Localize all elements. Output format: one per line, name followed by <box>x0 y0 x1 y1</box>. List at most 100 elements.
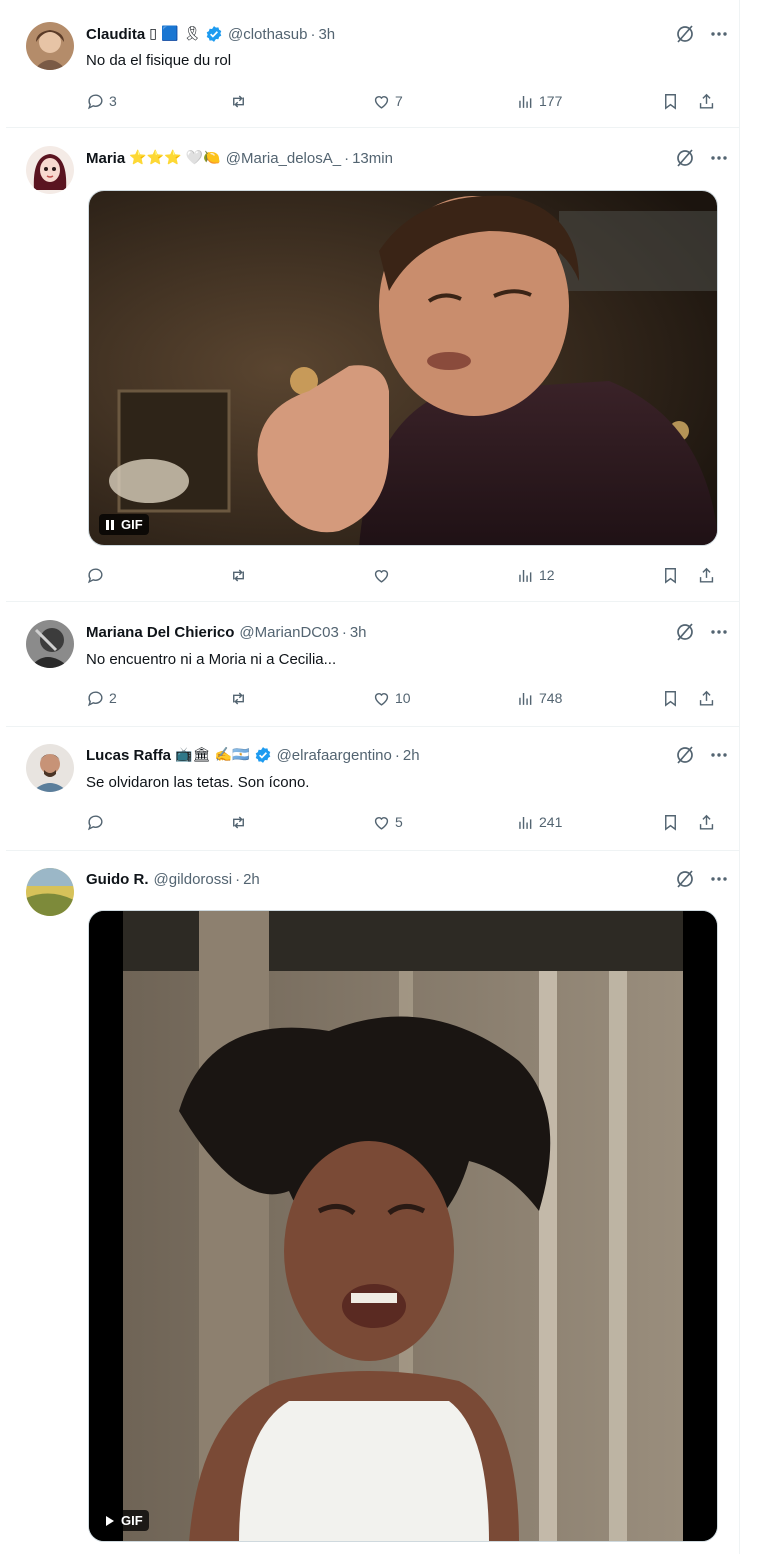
grok-icon[interactable] <box>675 622 695 642</box>
reply-button[interactable]: 2 <box>86 689 117 708</box>
author-name[interactable]: Claudita <box>86 26 145 43</box>
reply-icon <box>87 567 103 583</box>
avatar[interactable] <box>26 146 74 194</box>
like-icon <box>374 692 389 706</box>
views-count: 12 <box>539 567 555 583</box>
like-button[interactable]: 7 <box>372 92 403 111</box>
views-icon <box>519 816 532 829</box>
timestamp[interactable]: 3h <box>350 624 367 641</box>
gif-label: GIF <box>121 1513 143 1528</box>
name-emoji: ▯ 🟦 🎗 <box>149 26 201 42</box>
bookmark-icon <box>665 814 676 831</box>
retweet-icon <box>233 94 244 108</box>
tweet[interactable]: Maria ⭐⭐⭐ 🤍🍋 @Maria_delosA_ · 13min GIF … <box>6 128 739 602</box>
more-icon[interactable] <box>709 24 729 44</box>
views-button[interactable]: 12 <box>516 566 555 585</box>
play-icon <box>106 1515 114 1526</box>
bookmark-icon <box>665 93 676 110</box>
share-icon <box>699 93 714 109</box>
author-handle[interactable]: @elrafaargentino <box>277 747 392 764</box>
grok-icon[interactable] <box>675 745 695 765</box>
reply-count: 2 <box>109 690 117 706</box>
timestamp[interactable]: 2h <box>403 747 420 764</box>
reply-button[interactable] <box>86 813 109 832</box>
grok-icon[interactable] <box>675 869 695 889</box>
timestamp[interactable]: 3h <box>318 26 335 43</box>
reply-icon <box>87 93 103 109</box>
views-button[interactable]: 748 <box>516 689 562 708</box>
retweet-icon <box>233 691 244 705</box>
author-name[interactable]: Mariana Del Chierico <box>86 624 234 641</box>
reply-button[interactable]: 3 <box>86 92 117 111</box>
bookmark-button[interactable] <box>661 566 680 585</box>
like-count: 10 <box>395 690 411 706</box>
timestamp[interactable]: 2h <box>243 871 260 888</box>
timestamp[interactable]: 13min <box>352 150 393 167</box>
views-count: 177 <box>539 93 563 109</box>
separator: · <box>344 149 350 167</box>
views-icon <box>519 95 532 108</box>
share-button[interactable] <box>697 92 716 111</box>
gif-media[interactable]: GIF <box>88 190 718 546</box>
avatar[interactable] <box>26 22 74 70</box>
author-handle[interactable]: @Maria_delosA_ <box>226 150 341 167</box>
tweet[interactable]: Lucas Raffa 📺🏛 ✍️🇦🇷 @elrafaargentino · 2… <box>6 727 739 851</box>
author-handle[interactable]: @clothasub <box>228 26 307 43</box>
avatar[interactable] <box>26 868 74 916</box>
like-button[interactable]: 5 <box>372 813 403 832</box>
tweet-text: No da el fisique du rol <box>86 52 232 69</box>
tweet[interactable]: Mariana Del Chierico @MarianDC03 · 3h No… <box>6 602 739 727</box>
bookmark-button[interactable] <box>661 813 680 832</box>
bookmark-button[interactable] <box>661 92 680 111</box>
tweet-text: No encuentro ni a Moria ni a Cecilia... <box>86 651 337 668</box>
author-name[interactable]: Maria <box>86 150 125 167</box>
more-icon[interactable] <box>709 622 729 642</box>
views-button[interactable]: 241 <box>516 813 562 832</box>
more-icon[interactable] <box>709 148 729 168</box>
bookmark-icon <box>665 690 676 707</box>
share-icon <box>699 567 714 583</box>
author-name[interactable]: Guido R. <box>86 871 149 888</box>
share-button[interactable] <box>697 813 716 832</box>
name-emoji: 📺🏛 ✍️🇦🇷 <box>175 747 250 763</box>
share-button[interactable] <box>697 566 716 585</box>
reply-icon <box>87 690 103 706</box>
separator: · <box>310 25 316 43</box>
views-count: 241 <box>539 814 563 830</box>
like-count: 7 <box>395 93 403 109</box>
views-count: 748 <box>539 690 563 706</box>
author-handle[interactable]: @MarianDC03 <box>239 624 338 641</box>
retweet-button[interactable] <box>229 566 252 585</box>
name-emoji: ⭐⭐⭐ 🤍🍋 <box>129 150 221 166</box>
tweet[interactable]: Claudita ▯ 🟦 🎗 @clothasub · 3h No da el … <box>6 0 739 128</box>
share-button[interactable] <box>697 689 716 708</box>
tweet[interactable]: Guido R. @gildorossi · 2h GIF <box>6 851 739 1554</box>
more-icon[interactable] <box>709 745 729 765</box>
separator: · <box>235 870 241 888</box>
gif-badge[interactable]: GIF <box>99 514 149 535</box>
author-name[interactable]: Lucas Raffa <box>86 747 171 764</box>
grok-icon[interactable] <box>675 24 695 44</box>
like-button[interactable]: 10 <box>372 689 411 708</box>
more-icon[interactable] <box>709 869 729 889</box>
separator: · <box>394 746 400 764</box>
avatar[interactable] <box>26 744 74 792</box>
retweet-button[interactable] <box>229 689 252 708</box>
views-button[interactable]: 177 <box>516 92 562 111</box>
avatar[interactable] <box>26 620 74 668</box>
share-icon <box>699 814 714 830</box>
bookmark-button[interactable] <box>661 689 680 708</box>
retweet-button[interactable] <box>229 813 252 832</box>
like-icon <box>374 569 389 583</box>
views-icon <box>519 692 532 705</box>
gif-media[interactable]: GIF <box>88 910 718 1542</box>
like-button[interactable] <box>372 566 395 585</box>
views-icon <box>519 569 532 582</box>
reply-icon <box>87 814 103 830</box>
grok-icon[interactable] <box>675 148 695 168</box>
author-handle[interactable]: @gildorossi <box>154 871 233 888</box>
reply-button[interactable] <box>86 566 109 585</box>
gif-badge[interactable]: GIF <box>99 1510 149 1531</box>
retweet-icon <box>233 568 244 582</box>
retweet-button[interactable] <box>229 92 252 111</box>
